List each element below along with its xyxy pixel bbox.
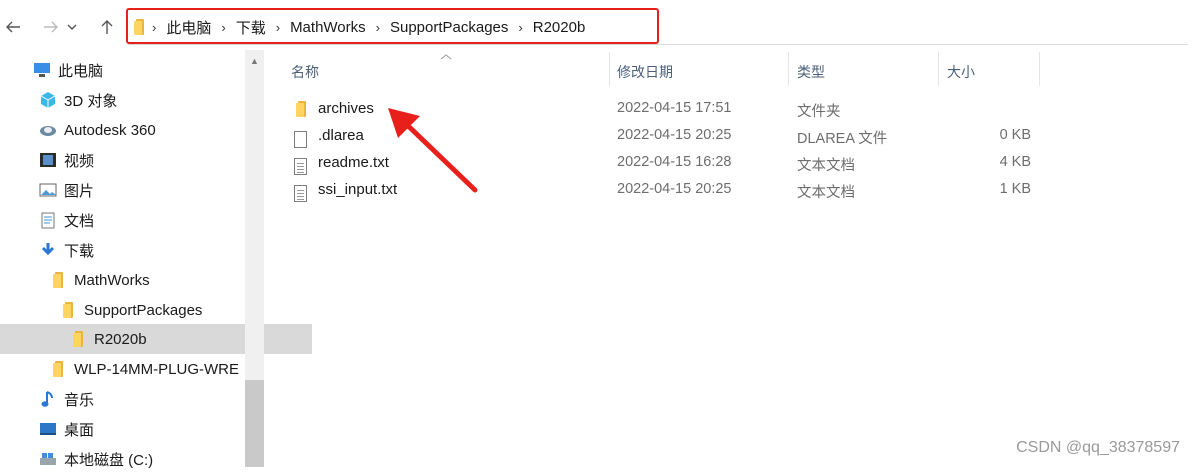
sidebar-item-documents[interactable]: 文档 — [0, 205, 282, 235]
chevron-right-icon[interactable]: › — [221, 20, 225, 35]
column-divider[interactable] — [788, 52, 789, 86]
column-header-size[interactable]: 大小 — [947, 58, 975, 86]
breadcrumb: › 此电脑 › 下载 › MathWorks › SupportPackages… — [132, 10, 593, 44]
sidebar-item-label: MathWorks — [74, 271, 150, 289]
column-label: 修改日期 — [617, 64, 673, 80]
sidebar-item-autodesk[interactable]: Autodesk 360 — [0, 115, 282, 145]
back-button[interactable] — [2, 14, 24, 40]
breadcrumb-item[interactable]: 此电脑 — [166, 17, 211, 38]
3d-objects-icon — [38, 91, 58, 109]
column-header-type[interactable]: 类型 — [797, 58, 825, 86]
file-type: DLAREA 文件 — [797, 131, 888, 147]
sidebar-item-music[interactable]: 音乐 — [0, 384, 282, 414]
sidebar-item-label: 文档 — [64, 212, 95, 230]
recent-locations-button[interactable] — [64, 14, 80, 40]
folder-icon — [296, 101, 306, 117]
file-date: 2022-04-15 20:25 — [617, 181, 732, 197]
sidebar-item-label: 本地磁盘 (C:) — [64, 451, 154, 469]
column-divider[interactable] — [938, 52, 939, 86]
chevron-right-icon[interactable]: › — [152, 20, 156, 35]
folder-icon — [48, 360, 68, 378]
sidebar-item-label: R2020b — [94, 330, 147, 348]
download-icon — [38, 241, 58, 259]
column-header-date[interactable]: 修改日期 — [617, 58, 673, 86]
sidebar-item-label: Autodesk 360 — [64, 121, 156, 139]
file-type: 文本文档 — [797, 158, 855, 174]
file-size: 0 KB — [999, 127, 1031, 143]
arrow-up-icon — [101, 20, 113, 34]
forward-button[interactable] — [40, 14, 62, 40]
chevron-right-icon[interactable]: › — [376, 20, 380, 35]
desktop-icon — [38, 420, 58, 438]
breadcrumb-item[interactable]: MathWorks — [290, 19, 366, 36]
sidebar-item-label: 音乐 — [64, 391, 95, 409]
breadcrumb-item[interactable]: 下载 — [236, 17, 266, 38]
column-label: 大小 — [947, 64, 975, 80]
navigation-pane: 此电脑 3D 对象 Autodesk 360 视频 图片 文档 下载 MathW… — [0, 50, 312, 469]
sidebar-item-drive-c[interactable]: 本地磁盘 (C:) — [0, 444, 282, 474]
sidebar-item-label: 3D 对象 — [64, 92, 118, 110]
folder-icon — [68, 330, 88, 348]
scrollbar-thumb[interactable] — [245, 380, 264, 467]
folder-icon — [134, 19, 144, 35]
column-label: 名称 — [291, 64, 319, 80]
breadcrumb-item[interactable]: SupportPackages — [390, 19, 508, 36]
sidebar-item-3d-objects[interactable]: 3D 对象 — [0, 85, 282, 115]
scroll-up-icon[interactable]: ▲ — [250, 56, 259, 66]
folder-icon — [48, 271, 68, 289]
file-name: readme.txt — [318, 154, 389, 171]
video-icon — [38, 151, 58, 169]
file-date: 2022-04-15 20:25 — [617, 127, 732, 143]
file-name: .dlarea — [318, 127, 364, 144]
chevron-right-icon[interactable]: › — [518, 20, 522, 35]
sidebar-item-label: 此电脑 — [58, 62, 104, 80]
sidebar-item-label: WLP-14MM-PLUG-WRE — [74, 360, 240, 378]
sidebar-item-r2020b[interactable]: R2020b — [0, 324, 312, 354]
sort-ascending-icon — [440, 54, 452, 60]
arrow-right-icon — [44, 21, 58, 33]
column-divider[interactable] — [1039, 52, 1040, 86]
chevron-down-icon — [67, 24, 77, 30]
breadcrumb-item[interactable]: R2020b — [533, 19, 586, 36]
file-type: 文本文档 — [797, 185, 855, 201]
sidebar-item-label: 视频 — [64, 152, 95, 170]
annotation-arrow — [388, 108, 478, 193]
sidebar-scrollbar[interactable]: ▲ — [245, 50, 264, 467]
sidebar-item-pictures[interactable]: 图片 — [0, 175, 282, 205]
file-date: 2022-04-15 17:51 — [617, 100, 732, 116]
pc-icon — [32, 61, 52, 79]
column-header-name[interactable]: 名称 — [291, 58, 319, 86]
cloud-icon — [38, 121, 58, 139]
sidebar-item-label: SupportPackages — [84, 301, 203, 319]
file-size: 1 KB — [999, 181, 1031, 197]
pictures-icon — [38, 181, 58, 199]
column-divider[interactable] — [609, 52, 610, 86]
arrow-left-icon — [6, 21, 20, 33]
file-name: archives — [318, 100, 374, 117]
chevron-right-icon[interactable]: › — [276, 20, 280, 35]
column-label: 类型 — [797, 64, 825, 80]
sidebar-item-desktop[interactable]: 桌面 — [0, 414, 282, 444]
file-size: 4 KB — [999, 154, 1031, 170]
folder-icon — [58, 301, 78, 319]
file-date: 2022-04-15 16:28 — [617, 154, 732, 170]
sidebar-item-label: 图片 — [64, 182, 95, 200]
sidebar-item-label: 桌面 — [64, 421, 95, 439]
sidebar-item-downloads[interactable]: 下载 — [0, 235, 282, 265]
drive-icon — [38, 450, 58, 468]
watermark: CSDN @qq_38378597 — [1016, 439, 1180, 456]
music-icon — [38, 390, 58, 408]
sidebar-item-videos[interactable]: 视频 — [0, 145, 282, 175]
sidebar-item-label: 下载 — [64, 242, 95, 260]
file-type: 文件夹 — [797, 104, 841, 120]
sidebar-item-this-pc[interactable]: 此电脑 — [0, 55, 276, 85]
up-button[interactable] — [96, 14, 118, 40]
documents-icon — [38, 211, 58, 229]
